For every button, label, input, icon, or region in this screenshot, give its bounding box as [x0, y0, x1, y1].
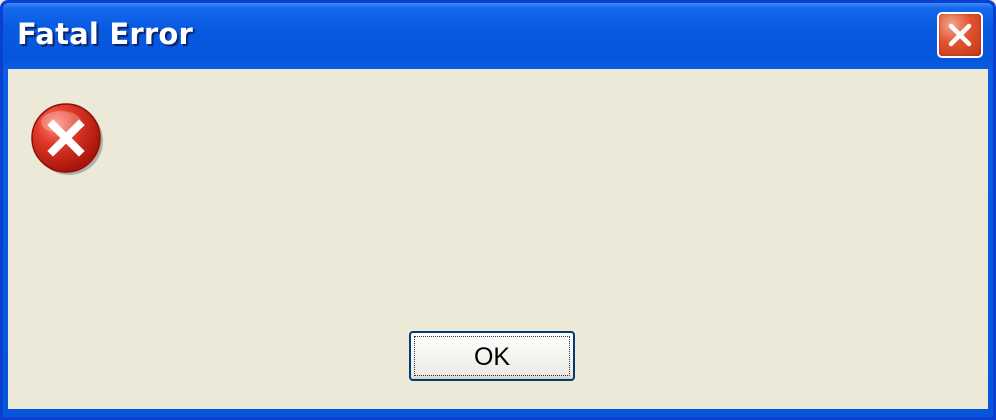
ok-button[interactable]: OK	[409, 331, 575, 381]
close-button[interactable]	[937, 12, 983, 58]
error-icon	[31, 103, 103, 175]
close-icon	[948, 23, 972, 47]
window-title: Fatal Error	[17, 17, 193, 51]
dialog-body: OK	[8, 69, 988, 409]
dialog-window: Fatal Error OK	[0, 0, 996, 420]
title-bar[interactable]: Fatal Error	[3, 3, 993, 69]
ok-button-label: OK	[473, 343, 511, 371]
